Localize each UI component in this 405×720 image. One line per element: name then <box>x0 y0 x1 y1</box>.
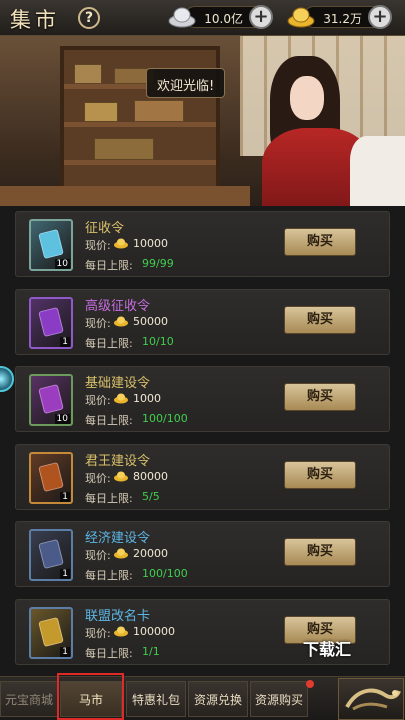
add-gold-button[interactable]: + <box>368 5 392 29</box>
item-price: 80000 <box>133 470 168 483</box>
daily-limit-label: 每日上限: <box>85 492 133 505</box>
scroll-icon[interactable]: 1 <box>29 529 73 581</box>
scroll-icon[interactable]: 1 <box>29 452 73 504</box>
gold-ingot-icon <box>114 548 128 559</box>
top-bar: 集市 ? 10.0亿 + 31.2万 + <box>0 0 405 36</box>
daily-limit-value: 99/99 <box>142 257 174 270</box>
tab-4[interactable]: 资源兑换 <box>188 681 248 717</box>
item-count: 1 <box>60 337 70 347</box>
shop-banner: 欢迎光临! <box>0 36 405 206</box>
card-icon[interactable]: 1 <box>29 607 73 659</box>
daily-limit-label: 每日上限: <box>85 569 133 582</box>
buy-button[interactable]: 购买 <box>284 538 356 566</box>
gold-ingot-icon <box>114 471 128 482</box>
gold-ingot-icon <box>114 238 128 249</box>
buy-button[interactable]: 购买 <box>284 306 356 334</box>
daily-limit-value: 5/5 <box>142 490 160 503</box>
price-label: 现价: <box>85 627 111 640</box>
item-count: 1 <box>60 569 70 579</box>
item-count: 1 <box>60 647 70 657</box>
item-price: 10000 <box>133 237 168 250</box>
daily-limit-label: 每日上限: <box>85 337 133 350</box>
gold-ingot-icon <box>114 626 128 637</box>
daily-limit-label: 每日上限: <box>85 414 133 427</box>
item-count: 10 <box>54 414 70 424</box>
active-tab-highlight <box>57 673 124 720</box>
item-name: 君王建设令 <box>85 454 151 469</box>
shop-item-row: 1 经济建设令 现价: 20000 每日上限: 100/100 购买 <box>15 521 390 587</box>
item-count: 1 <box>60 492 70 502</box>
item-price: 20000 <box>133 547 168 560</box>
item-count: 10 <box>54 259 70 269</box>
tab-3[interactable]: 特惠礼包 <box>126 681 186 717</box>
item-name: 基础建设令 <box>85 376 151 391</box>
shop-item-row: 10 基础建设令 现价: 1000 每日上限: 100/100 购买 <box>15 366 390 432</box>
gold-amount: 31.2万 <box>323 12 362 26</box>
shop-item-row: 10 征收令 现价: 10000 每日上限: 99/99 购买 <box>15 211 390 277</box>
daily-limit-label: 每日上限: <box>85 259 133 272</box>
buy-button[interactable]: 购买 <box>284 461 356 489</box>
tab-1[interactable]: 元宝商城 <box>0 681 58 717</box>
scroll-icon[interactable]: 10 <box>29 374 73 426</box>
price-label: 现价: <box>85 394 111 407</box>
dragon-icon <box>345 688 401 711</box>
item-name: 联盟改名卡 <box>85 609 151 624</box>
shop-item-row: 1 高级征收令 现价: 50000 每日上限: 10/10 购买 <box>15 289 390 355</box>
scroll-icon[interactable]: 10 <box>29 219 73 271</box>
gold-ingot-icon <box>287 7 315 28</box>
daily-limit-label: 每日上限: <box>85 647 133 660</box>
gold-ingot-icon <box>114 393 128 404</box>
price-label: 现价: <box>85 239 111 252</box>
gold-resource: 31.2万 + <box>287 5 392 29</box>
price-label: 现价: <box>85 549 111 562</box>
item-name: 征收令 <box>85 221 125 236</box>
scroll-icon[interactable]: 1 <box>29 297 73 349</box>
daily-limit-value: 10/10 <box>142 335 174 348</box>
price-label: 现价: <box>85 472 111 485</box>
daily-limit-value: 1/1 <box>142 645 160 658</box>
buy-button[interactable]: 购买 <box>284 383 356 411</box>
shop-item-row: 1 君王建设令 现价: 80000 每日上限: 5/5 购买 <box>15 444 390 510</box>
silver-ingot-icon <box>168 7 196 28</box>
tab-5[interactable]: 资源购买 <box>250 681 308 717</box>
shop-item-list[interactable]: 10 征收令 现价: 10000 每日上限: 99/99 购买 1 高级征收令 … <box>0 206 405 676</box>
item-price: 100000 <box>133 625 175 638</box>
price-label: 现价: <box>85 317 111 330</box>
silver-resource: 10.0亿 + <box>168 5 273 29</box>
item-price: 1000 <box>133 392 161 405</box>
item-name: 经济建设令 <box>85 531 151 546</box>
welcome-bubble: 欢迎光临! <box>146 68 226 98</box>
notification-dot <box>306 680 314 688</box>
silver-amount: 10.0亿 <box>204 12 243 26</box>
add-silver-button[interactable]: + <box>249 5 273 29</box>
watermark: 下载汇 <box>303 640 352 659</box>
item-price: 50000 <box>133 315 168 328</box>
dragon-back-button[interactable] <box>338 678 404 720</box>
daily-limit-value: 100/100 <box>142 567 188 580</box>
item-name: 高级征收令 <box>85 299 151 314</box>
gold-ingot-icon <box>114 316 128 327</box>
help-button[interactable]: ? <box>78 7 100 29</box>
daily-limit-value: 100/100 <box>142 412 188 425</box>
page-title: 集市 <box>10 8 60 32</box>
buy-button[interactable]: 购买 <box>284 228 356 256</box>
